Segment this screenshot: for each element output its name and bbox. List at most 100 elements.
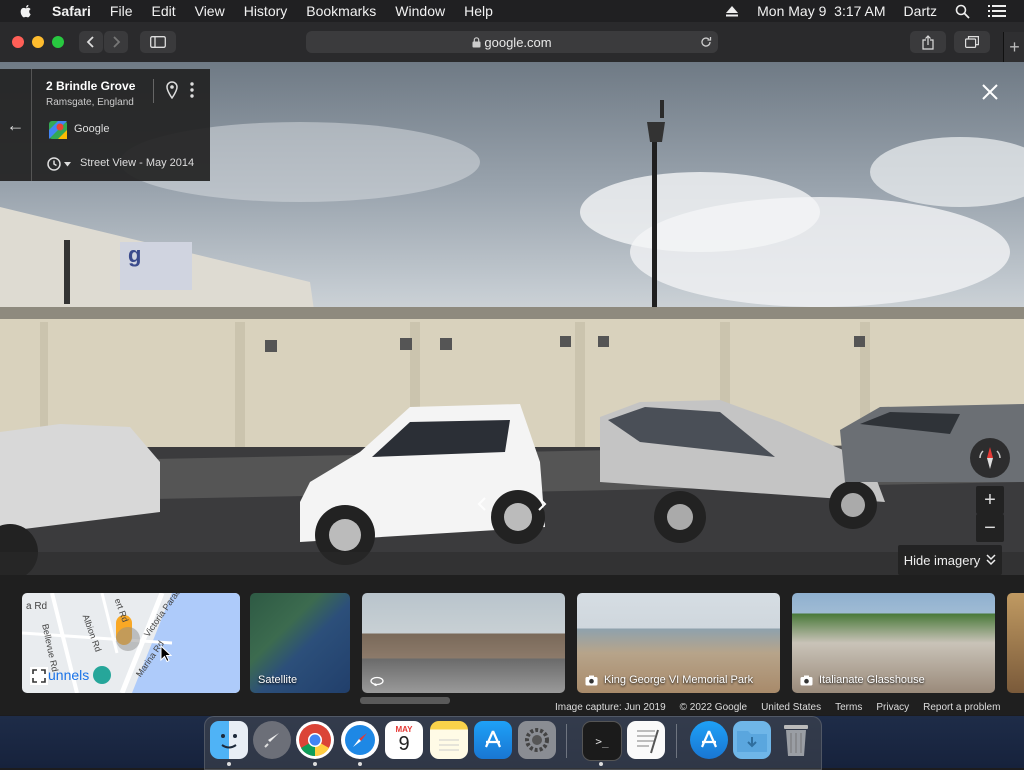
chrome-icon[interactable] — [296, 721, 334, 759]
google-maps-icon — [49, 121, 67, 139]
hide-imagery-label: Hide imagery — [903, 552, 981, 568]
app-store-logo — [484, 730, 502, 748]
contributor-name: Google — [74, 123, 110, 135]
back-button[interactable] — [79, 31, 103, 53]
terminal-icon[interactable]: >_ — [582, 721, 622, 761]
running-indicator — [599, 762, 603, 766]
arrow-left-icon: ← — [6, 114, 25, 135]
calendar-icon[interactable]: MAY 9 — [385, 721, 423, 759]
plus-icon: + — [1009, 36, 1020, 57]
memorial-park-caption: King George VI Memorial Park — [585, 674, 753, 686]
share-icon — [922, 34, 934, 50]
finder-icon[interactable] — [210, 721, 248, 759]
close-window-button[interactable] — [12, 36, 24, 48]
minimize-window-button[interactable] — [32, 36, 44, 48]
compass-button[interactable] — [970, 438, 1010, 478]
lock-icon — [472, 36, 481, 47]
app-store-2-icon[interactable] — [690, 721, 728, 759]
location-info-panel: ← 2 Brindle Grove Ramsgate, England Goog… — [0, 69, 210, 181]
apple-icon[interactable] — [18, 3, 34, 19]
tab-overview-button[interactable] — [954, 31, 990, 53]
menu-help[interactable]: Help — [464, 3, 493, 19]
chevron-left-icon — [86, 36, 94, 48]
dock-separator — [676, 724, 677, 758]
glasshouse-thumbnail[interactable]: Italianate Glasshouse — [792, 593, 995, 693]
notes-icon[interactable] — [430, 721, 468, 759]
close-icon — [982, 84, 998, 100]
browser-toolbar: google.com — [0, 22, 1024, 63]
terms-link[interactable]: Terms — [835, 702, 862, 716]
chevron-right-icon — [538, 497, 547, 511]
trash-icon[interactable] — [777, 721, 815, 759]
zoom-window-button[interactable] — [52, 36, 64, 48]
map-thumbnail[interactable]: a Rd Bellevue Rd Albion Rd Victoria Para… — [22, 593, 240, 693]
running-indicator — [358, 762, 362, 766]
menu-file[interactable]: File — [110, 3, 133, 19]
terminal-prompt-icon: >_ — [595, 734, 609, 748]
divider — [153, 79, 154, 103]
share-button[interactable] — [910, 31, 946, 53]
downloads-folder-icon[interactable] — [733, 721, 771, 759]
memorial-park-thumbnail[interactable]: King George VI Memorial Park — [577, 593, 780, 693]
map-pin-icon[interactable] — [166, 81, 178, 99]
running-indicator — [313, 762, 317, 766]
minus-icon: − — [984, 516, 996, 539]
eject-icon[interactable] — [725, 5, 739, 17]
system-preferences-icon[interactable] — [518, 721, 556, 759]
address-locality: Ramsgate, England — [46, 97, 134, 108]
copyright-text: © 2022 Google — [679, 702, 748, 713]
new-tab-button[interactable]: + — [1003, 32, 1024, 62]
privacy-link[interactable]: Privacy — [876, 702, 909, 716]
back-to-map-button[interactable]: ← — [0, 69, 32, 181]
satellite-thumbnail[interactable]: Satellite — [250, 593, 350, 693]
address-bar[interactable]: google.com — [306, 31, 718, 53]
sidebar-toggle-button[interactable] — [140, 31, 176, 53]
address-title: 2 Brindle Grove — [46, 79, 136, 93]
caret-down-icon[interactable] — [64, 162, 71, 167]
menu-history[interactable]: History — [244, 3, 288, 19]
app-store-logo — [700, 730, 718, 748]
capture-date-label[interactable]: Street View - May 2014 — [80, 157, 194, 169]
menu-app-name[interactable]: Safari — [52, 3, 91, 19]
spotlight-search-icon[interactable] — [955, 4, 970, 19]
tabs-icon — [965, 36, 979, 48]
app-store-icon[interactable] — [474, 721, 512, 759]
street-photo-thumbnail[interactable] — [362, 593, 565, 693]
menu-bookmarks[interactable]: Bookmarks — [306, 3, 376, 19]
compass-logo — [345, 725, 375, 755]
menu-user[interactable]: Dartz — [904, 3, 937, 19]
pan-left-arrow[interactable] — [470, 492, 494, 516]
glasshouse-label: Italianate Glasshouse — [819, 674, 925, 686]
document-lines — [637, 729, 659, 754]
fullscreen-icon[interactable] — [30, 667, 48, 685]
camera-icon — [585, 675, 598, 685]
menu-window[interactable]: Window — [395, 3, 445, 19]
region-link[interactable]: United States — [761, 702, 821, 716]
hide-imagery-button[interactable]: Hide imagery — [898, 545, 1002, 575]
close-street-view-button[interactable] — [978, 80, 1002, 104]
image-capture-date: Image capture: Jun 2019 — [555, 702, 666, 713]
menu-view[interactable]: View — [195, 3, 225, 19]
svg-text:g: g — [128, 242, 141, 267]
menu-clock[interactable]: Mon May 9 3:17 AM — [757, 3, 885, 19]
launchpad-icon[interactable] — [253, 721, 291, 759]
reload-icon[interactable] — [700, 36, 712, 48]
forward-button[interactable] — [104, 31, 128, 53]
report-problem-link[interactable]: Report a problem — [923, 702, 1000, 716]
strip-scrollbar[interactable] — [360, 697, 450, 704]
control-center-icon[interactable] — [988, 4, 1006, 18]
zoom-in-button[interactable]: + — [976, 486, 1004, 514]
menu-bar: Safari File Edit View History Bookmarks … — [0, 0, 1024, 22]
menu-edit[interactable]: Edit — [151, 3, 175, 19]
safari-icon[interactable] — [341, 721, 379, 759]
compass-icon — [979, 447, 1001, 469]
memorial-park-label: King George VI Memorial Park — [604, 674, 754, 686]
map-place-label: unnels — [48, 667, 90, 683]
chevron-right-icon — [113, 36, 121, 48]
zoom-out-button[interactable]: − — [976, 514, 1004, 542]
next-thumbnail-partial[interactable] — [1007, 593, 1024, 693]
pan-right-arrow[interactable] — [530, 492, 554, 516]
more-options-icon[interactable] — [189, 82, 195, 98]
history-clock-icon[interactable] — [46, 156, 62, 172]
textedit-icon[interactable] — [627, 721, 665, 759]
